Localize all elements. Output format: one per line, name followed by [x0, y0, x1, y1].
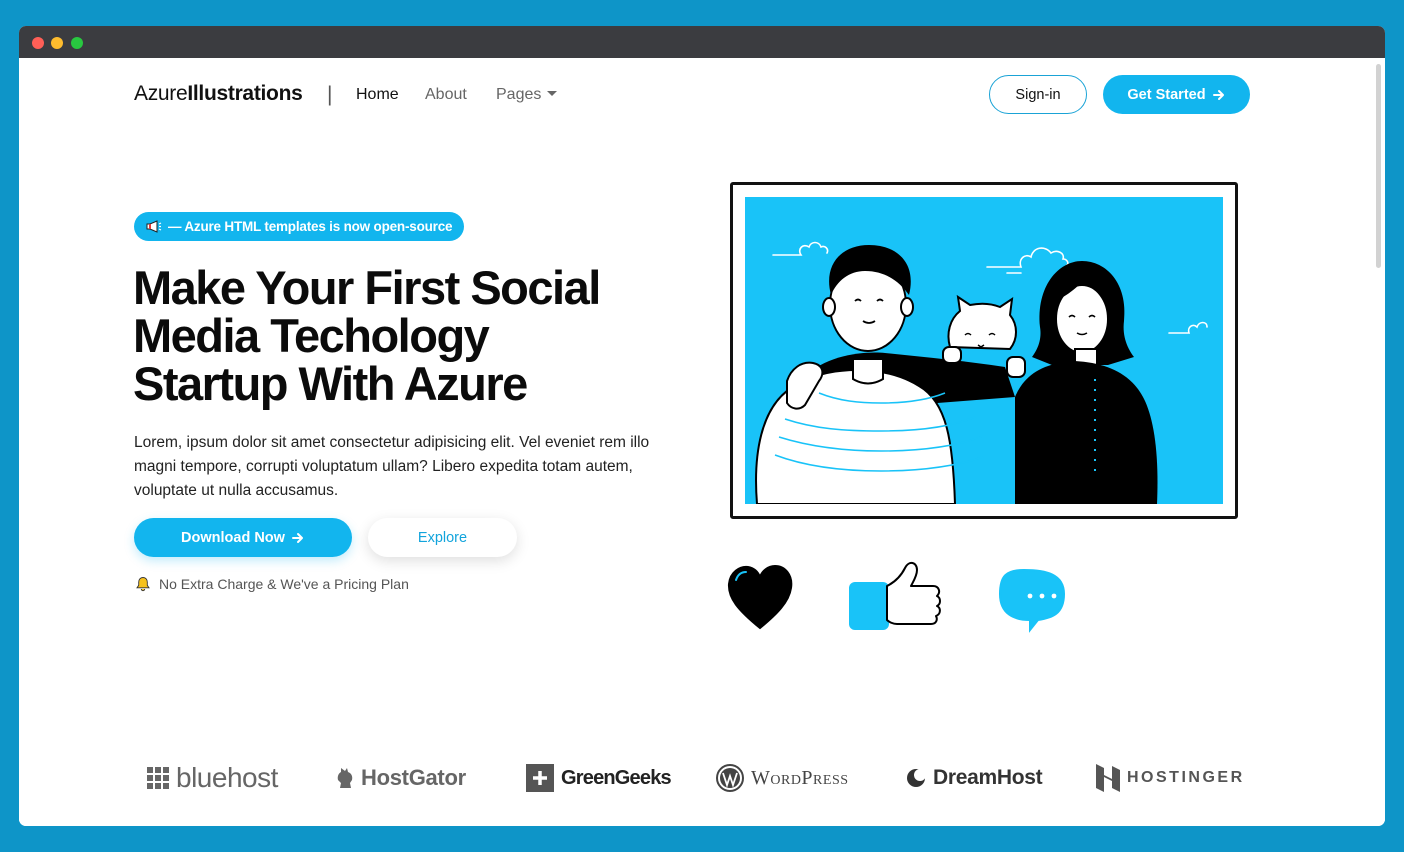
- hostinger-wordmark: HOSTINGER: [1127, 769, 1245, 786]
- get-started-button[interactable]: Get Started: [1103, 75, 1250, 114]
- announcement-badge[interactable]: — Azure HTML templates is now open-sourc…: [134, 212, 465, 241]
- pricing-note: No Extra Charge & We've a Pricing Plan: [135, 576, 409, 592]
- logo-bluehost[interactable]: bluehost: [147, 758, 278, 798]
- nav-link-pages-label: Pages: [496, 86, 542, 103]
- bluehost-wordmark: bluehost: [176, 762, 278, 793]
- badge-text: — Azure HTML templates is now open-sourc…: [168, 219, 453, 234]
- heart-icon: [727, 564, 793, 630]
- hostgator-wordmark: HostGator: [361, 765, 466, 790]
- reaction-icons: [727, 562, 1066, 633]
- plus-square-icon: [526, 764, 554, 792]
- nav-link-about[interactable]: About: [425, 86, 467, 104]
- arrow-right-icon: [291, 532, 303, 543]
- couple-with-cat-illustration: [745, 197, 1223, 504]
- window-titlebar: [19, 26, 1385, 58]
- browser-window: AzureIllustrations | Home About Pages Si…: [19, 26, 1385, 826]
- bluehost-grid-icon: [147, 767, 169, 789]
- megaphone-icon: [146, 220, 162, 233]
- arrow-right-icon: [1212, 89, 1224, 100]
- wordpress-wordmark: WordPress: [751, 766, 849, 789]
- nav-separator: |: [327, 83, 333, 106]
- hero-title-line1: Make Your First Social: [133, 261, 601, 314]
- hostinger-h-icon: [1096, 764, 1120, 792]
- signin-button[interactable]: Sign-in: [989, 75, 1087, 114]
- brand-light: Azure: [134, 82, 188, 105]
- close-window-button[interactable]: [32, 37, 44, 49]
- bell-icon: [136, 577, 150, 592]
- download-now-button[interactable]: Download Now: [134, 518, 352, 557]
- hero-title-line2: Media Techology: [133, 309, 490, 362]
- logo-dreamhost[interactable]: DreamHost: [906, 758, 1043, 798]
- logo-wordpress[interactable]: WordPress: [716, 758, 849, 798]
- chevron-down-icon: [547, 91, 558, 96]
- scrollbar[interactable]: [1376, 64, 1381, 268]
- logo-hostgator[interactable]: HostGator: [336, 758, 466, 798]
- pricing-note-text: No Extra Charge & We've a Pricing Plan: [159, 576, 409, 592]
- greengeeks-wordmark: GreenGeeks: [561, 766, 672, 789]
- brand-logo[interactable]: AzureIllustrations |: [134, 82, 332, 106]
- minimize-window-button[interactable]: [51, 37, 63, 49]
- logo-hostinger[interactable]: HOSTINGER: [1096, 758, 1245, 798]
- wordpress-icon: [716, 764, 744, 792]
- get-started-label: Get Started: [1127, 86, 1206, 103]
- partner-logos: bluehost HostGator GreenGeeks WordPress: [19, 758, 1385, 808]
- hero-illustration-frame: [730, 182, 1238, 519]
- thumbs-up-icon: [849, 562, 941, 630]
- page-content: AzureIllustrations | Home About Pages Si…: [19, 58, 1385, 826]
- brand-bold: Illustrations: [187, 82, 303, 105]
- nav-link-home[interactable]: Home: [356, 86, 399, 104]
- download-now-label: Download Now: [181, 529, 285, 546]
- maximize-window-button[interactable]: [71, 37, 83, 49]
- hero-description: Lorem, ipsum dolor sit amet consectetur …: [134, 434, 650, 499]
- chat-bubble-icon: [998, 568, 1066, 633]
- hero-title-line3: Startup With Azure: [133, 357, 528, 410]
- gator-icon: [337, 768, 353, 788]
- nav-link-pages[interactable]: Pages: [496, 86, 558, 104]
- hero-title: Make Your First Social Media Techology S…: [133, 264, 673, 408]
- dreamhost-wordmark: DreamHost: [933, 766, 1043, 789]
- logo-greengeeks[interactable]: GreenGeeks: [526, 758, 672, 798]
- explore-button[interactable]: Explore: [368, 518, 517, 557]
- moon-icon: [907, 769, 926, 787]
